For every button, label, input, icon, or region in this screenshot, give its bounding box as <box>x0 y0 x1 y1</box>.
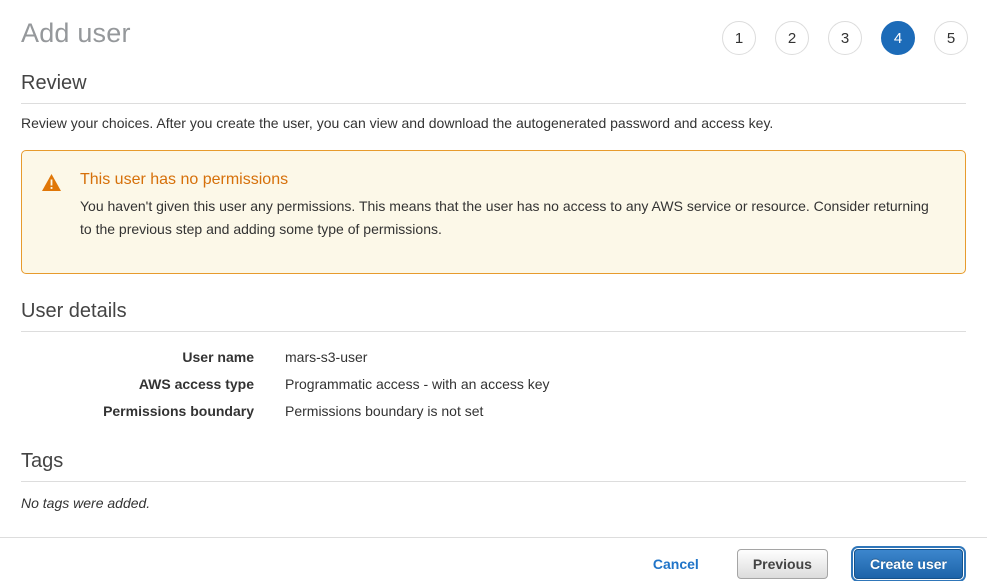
user-details-section: User details User name mars-s3-user AWS … <box>21 300 966 419</box>
tags-section: Tags No tags were added. <box>21 450 966 511</box>
user-name-value: mars-s3-user <box>285 349 367 365</box>
table-row: AWS access type Programmatic access - wi… <box>21 376 966 392</box>
access-type-value: Programmatic access - with an access key <box>285 376 550 392</box>
user-details-heading: User details <box>21 300 966 323</box>
create-user-button[interactable]: Create user <box>854 549 963 579</box>
review-divider <box>21 103 966 104</box>
step-3: 3 <box>828 21 862 55</box>
footer-actions: Cancel Previous Create user <box>0 538 987 579</box>
user-name-label: User name <box>21 349 254 365</box>
previous-button[interactable]: Previous <box>737 549 828 579</box>
review-section: Review Review your choices. After you cr… <box>21 72 966 131</box>
step-indicator: 1 2 3 4 5 <box>722 18 968 55</box>
wizard-header: Add user 1 2 3 4 5 <box>21 0 966 58</box>
page-title: Add user <box>21 18 131 49</box>
table-row: User name mars-s3-user <box>21 349 966 365</box>
no-permissions-warning: This user has no permissions You haven't… <box>21 150 966 274</box>
warning-content: This user has no permissions You haven't… <box>80 171 943 273</box>
table-row: Permissions boundary Permissions boundar… <box>21 403 966 419</box>
step-5: 5 <box>934 21 968 55</box>
review-description: Review your choices. After you create th… <box>21 115 966 131</box>
user-details-divider <box>21 331 966 332</box>
user-details-rows: User name mars-s3-user AWS access type P… <box>21 349 966 419</box>
step-4-active: 4 <box>881 21 915 55</box>
warning-body: You haven't given this user any permissi… <box>80 195 943 241</box>
step-1: 1 <box>722 21 756 55</box>
cancel-link[interactable]: Cancel <box>653 556 699 572</box>
permissions-boundary-value: Permissions boundary is not set <box>285 403 483 419</box>
permissions-boundary-label: Permissions boundary <box>21 403 254 419</box>
tags-empty-message: No tags were added. <box>21 495 966 511</box>
tags-divider <box>21 481 966 482</box>
warning-triangle-icon <box>42 171 80 273</box>
access-type-label: AWS access type <box>21 376 254 392</box>
warning-title: This user has no permissions <box>80 171 943 189</box>
step-2: 2 <box>775 21 809 55</box>
tags-heading: Tags <box>21 450 966 473</box>
review-heading: Review <box>21 72 966 95</box>
add-user-wizard: Add user 1 2 3 4 5 Review Review your ch… <box>0 0 987 511</box>
